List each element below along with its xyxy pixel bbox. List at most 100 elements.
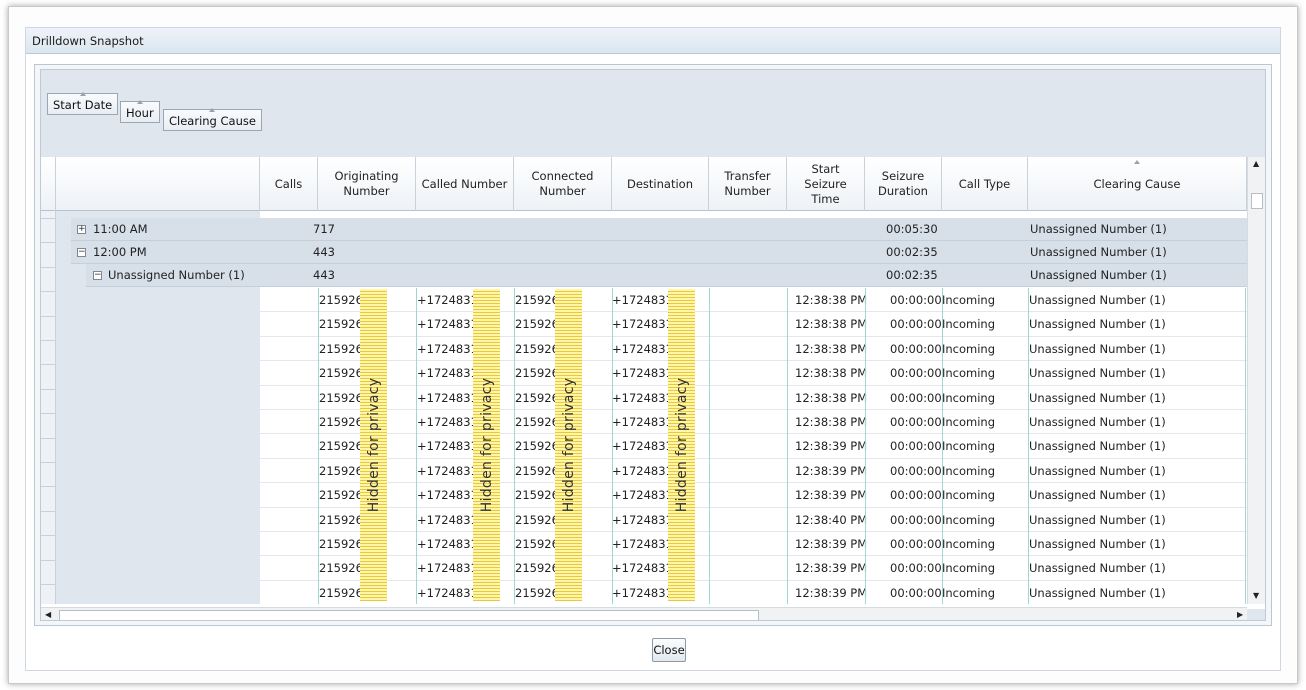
- arrow-up-icon[interactable]: ▲: [1253, 159, 1259, 168]
- row-header-divider: [41, 510, 56, 512]
- row-header-divider: [41, 413, 56, 415]
- table-row[interactable]: 215926 +1724831 215926 +1724831 12:38:38 PM 0…: [260, 312, 1247, 337]
- row-header-strip: [41, 211, 56, 604]
- cell-dest: +1724831: [612, 537, 673, 551]
- column-header-connected-number[interactable]: Connected Number: [514, 157, 612, 211]
- field-clearing-cause-button[interactable]: Clearing Cause: [163, 108, 262, 131]
- cell-called: +1724831: [417, 463, 478, 478]
- column-header-clearing-cause[interactable]: Clearing Cause: [1028, 157, 1247, 211]
- cell-connected: 215926: [515, 561, 559, 576]
- cell-cause: Unassigned Number (1): [1029, 512, 1166, 527]
- cell-dest: +1724831: [612, 317, 673, 332]
- collapse-icon[interactable]: −: [93, 271, 102, 280]
- expand-icon[interactable]: +: [77, 225, 86, 234]
- group-row-unassigned[interactable]: − Unassigned Number (1) 443 00:02:35 Una…: [86, 264, 1247, 287]
- field-hour-button[interactable]: Hour: [120, 100, 160, 123]
- arrow-down-icon[interactable]: ▼: [1253, 591, 1259, 600]
- cell-orig: 215926: [319, 439, 363, 454]
- sort-icon: [79, 92, 86, 96]
- arrow-left-icon[interactable]: ◀: [45, 610, 51, 619]
- vertical-scrollbar[interactable]: ▲ ▼: [1247, 157, 1265, 604]
- cell-cause: Unassigned Number (1): [1029, 561, 1166, 576]
- grid-body: + 11:00 AM 717 00:05:30 Unassigned Numbe…: [41, 211, 1247, 604]
- cell-dest: +1724831: [612, 512, 673, 527]
- sort-icon: [209, 108, 216, 112]
- cell-called: +1724831: [417, 341, 478, 356]
- row-header-divider: [41, 242, 56, 244]
- row-header-divider: [41, 364, 56, 366]
- arrow-right-icon[interactable]: ▶: [1237, 610, 1243, 619]
- column-header-called-number[interactable]: Called Number: [416, 157, 514, 211]
- cell-connected: 215926: [515, 366, 559, 381]
- cell-called: +1724831: [417, 439, 478, 454]
- table-row[interactable]: 215926 +1724831 215926 +1724831 12:38:39 PM 0…: [260, 581, 1247, 604]
- close-button[interactable]: Close: [652, 638, 686, 662]
- cell-connected: 215926: [515, 488, 559, 503]
- cell-time: 12:38:38 PM: [795, 415, 868, 429]
- column-header-start-seizure-time[interactable]: Start Seizure Time: [787, 157, 865, 211]
- table-row[interactable]: 215926 +1724831 215926 +1724831 12:38:39 PM 0…: [260, 434, 1247, 459]
- column-divider: [709, 288, 710, 604]
- cell-type: Incoming: [942, 439, 996, 454]
- row-header-divider: [41, 291, 56, 293]
- cell-orig: 215926: [319, 488, 363, 503]
- column-header-originating-number[interactable]: Originating Number: [318, 157, 416, 211]
- column-header-calls[interactable]: Calls: [260, 157, 318, 211]
- dialog-body: Drilldown Snapshot Start Date Hour Clear…: [25, 27, 1281, 671]
- column-header-seizure-duration[interactable]: Seizure Duration: [865, 157, 942, 211]
- cell-cause: Unassigned Number (1): [1029, 317, 1166, 332]
- table-row[interactable]: 215926 +1724831 215926 +1724831 12:38:38 PM 0…: [260, 288, 1247, 313]
- table-row[interactable]: 215926 +1724831 215926 +1724831 12:38:38 PM 0…: [260, 386, 1247, 410]
- collapse-icon[interactable]: −: [77, 248, 86, 257]
- privacy-mask-called: Hidden for privacy: [473, 289, 500, 601]
- cell-duration: 00:00:00: [890, 585, 942, 600]
- cell-orig: 215926: [319, 390, 363, 405]
- cell-called: +1724831: [417, 488, 478, 503]
- column-header-transfer-number[interactable]: Transfer Number: [709, 157, 787, 211]
- privacy-mask-connected: Hidden for privacy: [555, 289, 582, 601]
- cell-dest: +1724831: [612, 366, 673, 381]
- content-frame: Start Date Hour Clearing Cause Calls Ori…: [34, 64, 1272, 626]
- table-row[interactable]: 215926 +1724831 215926 +1724831 12:38:40 PM 0…: [260, 508, 1247, 532]
- group-clearing-cause: Unassigned Number (1): [1030, 245, 1167, 259]
- cell-cause: Unassigned Number (1): [1029, 341, 1166, 356]
- cell-time: 12:38:38 PM: [795, 390, 868, 405]
- table-row[interactable]: 215926 +1724831 215926 +1724831 12:38:39 PM 0…: [260, 483, 1247, 508]
- table-row[interactable]: 215926 +1724831 215926 +1724831 12:38:39 PM 0…: [260, 459, 1247, 484]
- privacy-label: Hidden for privacy: [673, 377, 690, 513]
- table-row[interactable]: 215926 +1724831 215926 +1724831 12:38:39 PM 0…: [260, 532, 1247, 557]
- horizontal-scrollbar[interactable]: ◀ ▶: [41, 607, 1247, 620]
- cell-dest: +1724831: [612, 585, 673, 600]
- cell-type: Incoming: [942, 463, 996, 478]
- column-divider: [787, 288, 788, 604]
- table-row[interactable]: 215926 +1724831 215926 +1724831 12:38:38 PM 0…: [260, 337, 1247, 362]
- cell-orig: 215926: [319, 341, 363, 356]
- cell-connected: 215926: [515, 341, 559, 356]
- field-start-date-button[interactable]: Start Date: [47, 92, 119, 115]
- column-divider: [865, 288, 866, 604]
- cell-cause: Unassigned Number (1): [1029, 366, 1166, 381]
- cell-cause: Unassigned Number (1): [1029, 585, 1166, 600]
- column-header-call-type[interactable]: Call Type: [942, 157, 1028, 211]
- cell-connected: 215926: [515, 390, 559, 405]
- row-header-divider: [41, 462, 56, 463]
- horizontal-scroll-thumb[interactable]: [59, 610, 759, 620]
- vertical-scroll-thumb[interactable]: [1251, 193, 1263, 209]
- column-header-destination[interactable]: Destination: [612, 157, 709, 211]
- table-row[interactable]: 215926 +1724831 215926 +1724831 12:38:38 PM 0…: [260, 410, 1247, 435]
- cell-dest: +1724831: [612, 341, 673, 356]
- cell-connected: 215926: [515, 463, 559, 478]
- privacy-label: Hidden for privacy: [560, 377, 577, 513]
- table-row[interactable]: 215926 +1724831 215926 +1724831 12:38:39 PM 0…: [260, 556, 1247, 581]
- group-row-12pm[interactable]: − 12:00 PM 443 00:02:35 Unassigned Numbe…: [71, 241, 1247, 264]
- table-row[interactable]: 215926 +1724831 215926 +1724831 12:38:38 PM 0…: [260, 361, 1247, 386]
- column-divider: [416, 288, 417, 604]
- privacy-label: Hidden for privacy: [478, 377, 495, 513]
- cell-type: Incoming: [942, 512, 996, 527]
- group-row-11am[interactable]: + 11:00 AM 717 00:05:30 Unassigned Numbe…: [71, 218, 1247, 241]
- row-header-divider: [41, 218, 56, 219]
- cell-type: Incoming: [942, 366, 996, 381]
- cell-called: +1724831: [417, 512, 478, 527]
- group-calls: 443: [313, 268, 335, 282]
- row-header-divider: [41, 486, 56, 488]
